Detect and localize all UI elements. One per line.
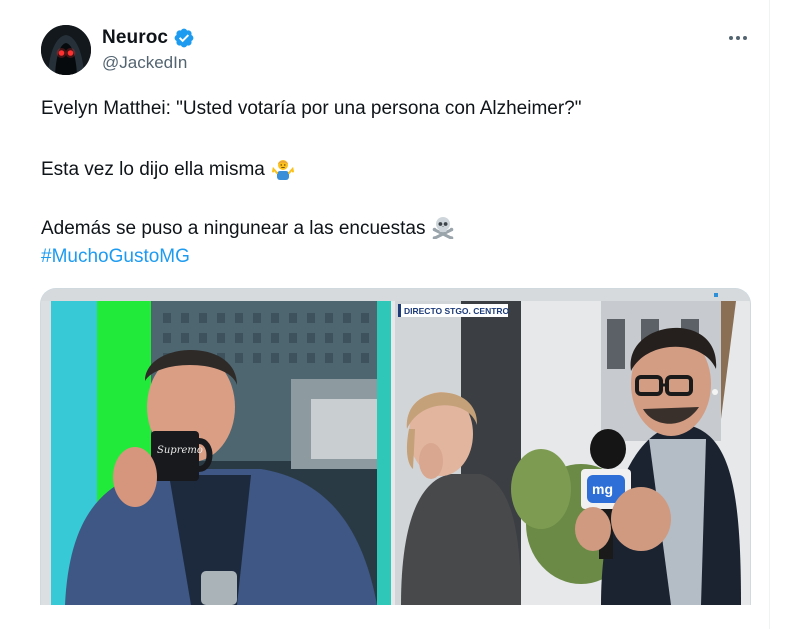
tweet-text-quote: Evelyn Matthei: "Usted votaría por una p…	[41, 98, 582, 119]
hooded-figure-avatar-icon	[41, 25, 91, 75]
hashtag-link[interactable]: #MuchoGustoMG	[41, 244, 190, 270]
more-dots-icon	[729, 36, 747, 40]
tweet-text-line-2: Esta vez lo dijo ella misma	[41, 156, 295, 183]
skull-and-crossbones-emoji-icon	[433, 217, 454, 239]
author-display-name[interactable]: Neuroc	[102, 27, 168, 49]
media-still-image: Supremo DIRECTO STGO. CENTRO mg	[41, 289, 750, 605]
tweet-text-line-3: Además se puso a ningunear a las encuest…	[41, 215, 455, 242]
verified-badge-icon	[174, 28, 194, 48]
person-shrugging-emoji-icon	[271, 160, 294, 180]
tweet-text-polls: Además se puso a ningunear a las encuest…	[41, 218, 426, 239]
live-location-label: DIRECTO STGO. CENTRO	[404, 306, 510, 316]
tweet-text-line-1: Evelyn Matthei: "Usted votaría por una p…	[41, 96, 582, 122]
tweet-card: Neuroc @JackedIn Evelyn Matthei: "Usted …	[0, 0, 770, 629]
tweet-text-self: Esta vez lo dijo ella misma	[41, 159, 265, 180]
mug-text: Supremo	[157, 445, 203, 456]
tweet-media-video-frame[interactable]: Supremo DIRECTO STGO. CENTRO mg	[40, 288, 751, 605]
author-handle[interactable]: @JackedIn	[102, 53, 187, 73]
more-options-button[interactable]	[724, 24, 752, 52]
author-name-row: Neuroc	[102, 27, 195, 49]
mic-logo-text: mg	[592, 481, 613, 497]
author-avatar[interactable]	[41, 25, 91, 75]
